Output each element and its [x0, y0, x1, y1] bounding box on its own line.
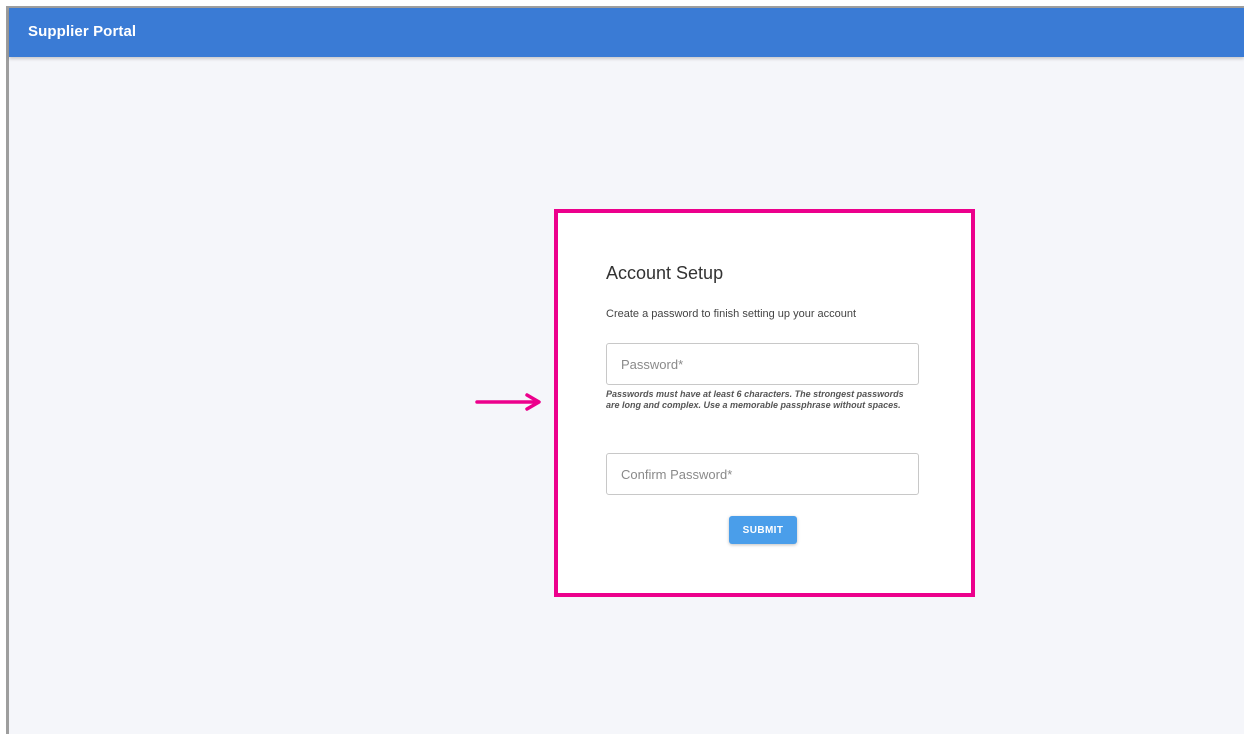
- password-input[interactable]: [607, 344, 918, 384]
- screenshot-frame: Supplier Portal Account Setup Create a p…: [0, 0, 1244, 734]
- app-title: Supplier Portal: [28, 23, 137, 40]
- account-setup-title: Account Setup: [606, 263, 724, 283]
- app-window: Supplier Portal Account Setup Create a p…: [9, 8, 1244, 734]
- account-setup-card: Account Setup Create a password to finis…: [554, 209, 975, 597]
- arrow-right-icon: [475, 393, 541, 411]
- account-setup-subtitle: Create a password to finish setting up y…: [606, 308, 857, 320]
- app-header: Supplier Portal: [9, 8, 1244, 57]
- confirm-password-field[interactable]: [606, 453, 919, 495]
- confirm-password-input[interactable]: [607, 454, 918, 494]
- submit-button[interactable]: SUBMIT: [729, 516, 797, 544]
- password-field[interactable]: [606, 343, 919, 385]
- password-helper-text: Passwords must have at least 6 character…: [606, 389, 904, 410]
